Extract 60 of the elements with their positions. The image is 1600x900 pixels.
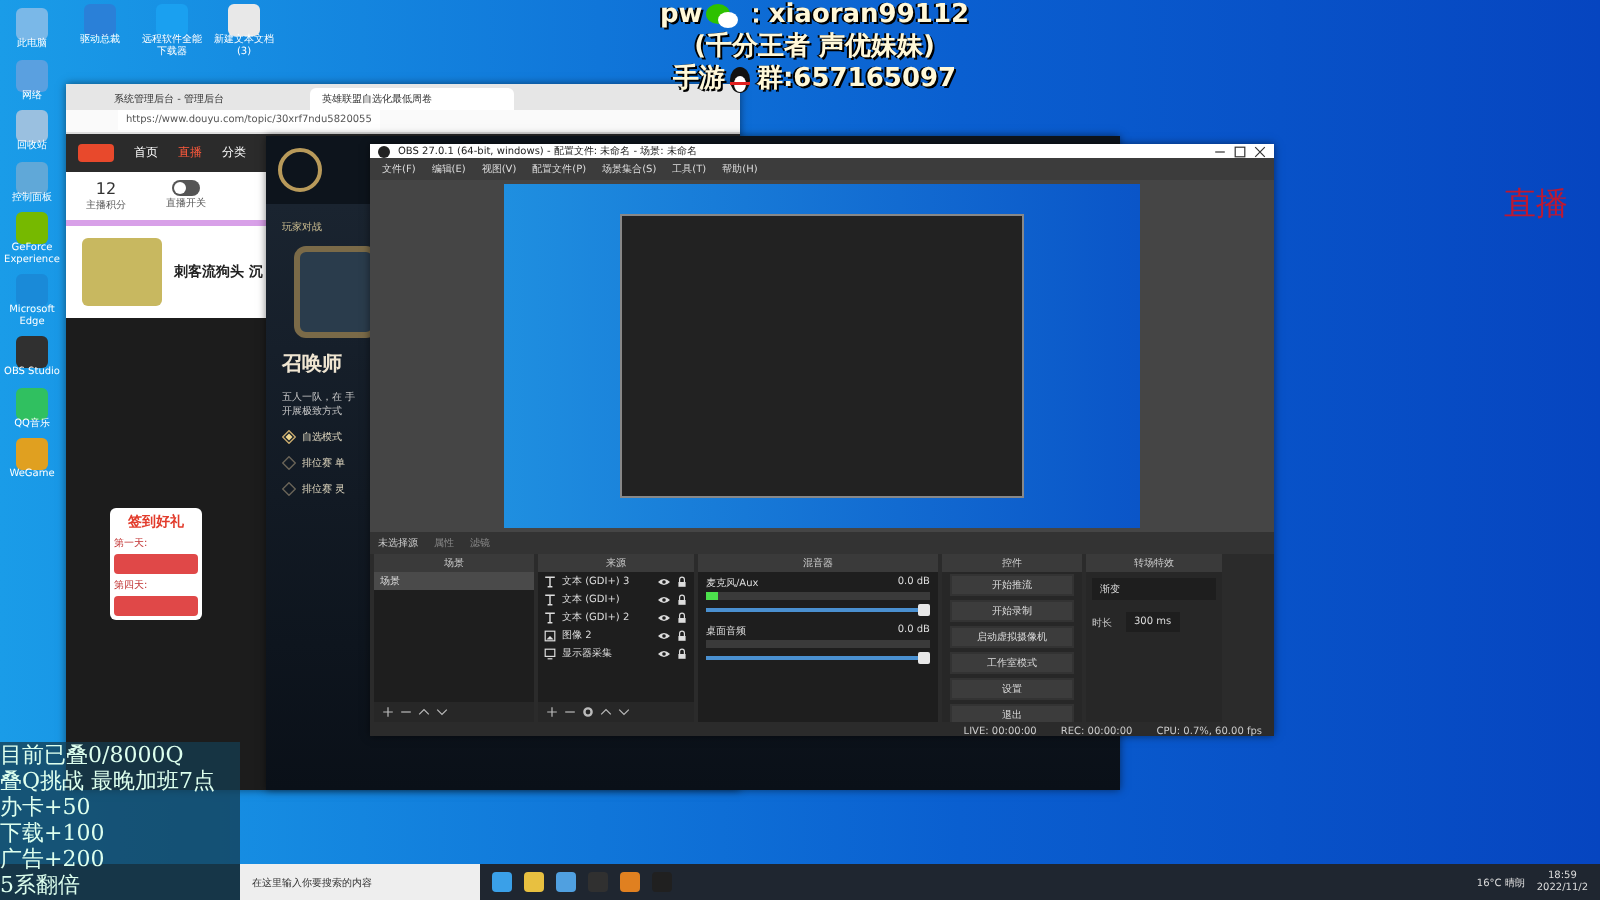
avatar-placeholder xyxy=(82,238,162,306)
plus-icon[interactable] xyxy=(546,706,558,718)
app-icon xyxy=(378,145,390,157)
minus-icon[interactable] xyxy=(564,706,576,718)
goal-text: 5系翻倍 xyxy=(0,872,82,898)
overlay-text: ：xiaoran99112 xyxy=(742,0,970,32)
overlay-text: (千分王者 声优妹妹) xyxy=(694,32,935,63)
goal-text: 办卡+50 xyxy=(0,794,93,820)
overlay-text: 群:657165097 xyxy=(756,64,957,96)
toggle-icon xyxy=(172,180,200,196)
stat-value: 12 xyxy=(95,180,117,198)
app-icon xyxy=(16,212,48,244)
overlay-text: pw xyxy=(660,0,703,32)
eye-icon[interactable] xyxy=(658,629,670,641)
penguin-icon xyxy=(728,66,753,94)
site-logo xyxy=(78,144,114,162)
gift-reward xyxy=(114,554,198,574)
eye-icon[interactable] xyxy=(658,647,670,659)
app-icon xyxy=(16,161,48,193)
app-icon xyxy=(16,110,48,142)
monitor-icon xyxy=(544,647,556,659)
minus-icon[interactable] xyxy=(400,706,412,718)
live-label: 直播 xyxy=(1504,184,1568,226)
plus-icon[interactable] xyxy=(382,706,394,718)
lock-icon[interactable] xyxy=(676,629,688,641)
text-icon xyxy=(544,593,556,605)
up-icon[interactable] xyxy=(600,706,612,718)
goal-text: 广告+200 xyxy=(0,846,107,872)
lock-icon[interactable] xyxy=(676,647,688,659)
text-icon xyxy=(544,611,556,623)
close-icon[interactable] xyxy=(1254,145,1266,157)
goal-text: 叠Q挑战 最晚加班7点 xyxy=(0,768,218,794)
eye-icon[interactable] xyxy=(658,593,670,605)
eye-icon[interactable] xyxy=(658,611,670,623)
game-logo xyxy=(278,148,322,192)
chat-bubble-icon xyxy=(706,2,739,30)
goal-text: 目前已叠0/8000Q xyxy=(0,742,186,768)
down-icon[interactable] xyxy=(618,706,630,718)
lock-icon[interactable] xyxy=(676,611,688,623)
image-icon xyxy=(544,629,556,641)
app-icon xyxy=(16,438,48,470)
settings-icon[interactable] xyxy=(582,706,594,718)
slider-thumb[interactable] xyxy=(918,652,930,664)
app-icon xyxy=(16,59,48,91)
down-icon[interactable] xyxy=(436,706,448,718)
eye-icon[interactable] xyxy=(658,575,670,587)
gift-reward xyxy=(114,596,198,616)
text-icon xyxy=(544,575,556,587)
goal-text: 下载+100 xyxy=(0,820,107,846)
lock-icon[interactable] xyxy=(676,593,688,605)
slider-thumb[interactable] xyxy=(918,604,930,616)
app-icon xyxy=(228,4,260,36)
app-icon xyxy=(16,387,48,419)
maximize-icon[interactable] xyxy=(1234,145,1246,157)
lock-icon[interactable] xyxy=(676,575,688,587)
app-icon xyxy=(16,336,48,368)
panel-title: 召唤师 xyxy=(282,351,342,378)
app-icon xyxy=(16,8,48,40)
minimize-icon[interactable] xyxy=(1214,145,1226,157)
up-icon[interactable] xyxy=(418,706,430,718)
